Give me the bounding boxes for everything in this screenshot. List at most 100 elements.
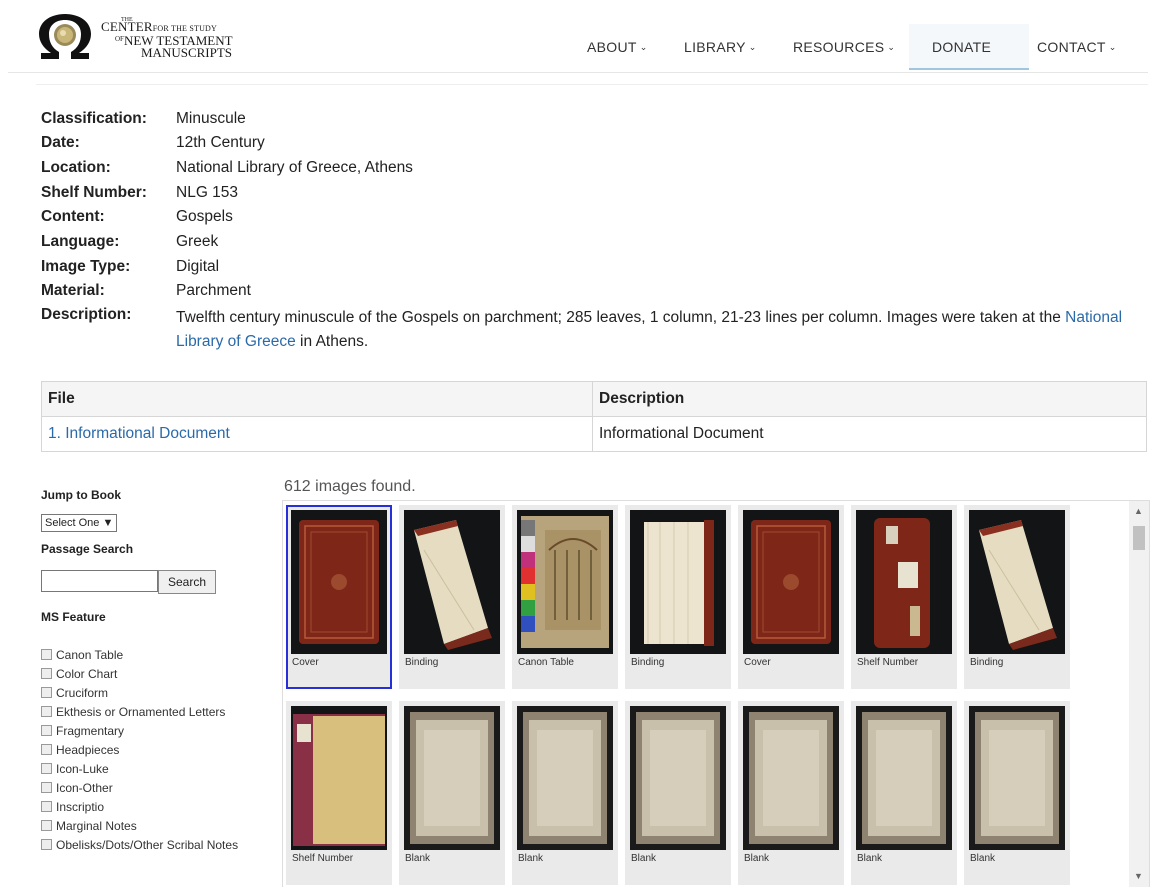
image-thumbnail[interactable]: Binding bbox=[964, 505, 1070, 689]
detail-value: Minuscule bbox=[176, 110, 246, 127]
column-header-description: Description bbox=[592, 381, 1147, 417]
site-header: THE CENTERFOR THE STUDY OFNEW TESTAMENT … bbox=[0, 0, 1151, 85]
image-caption: Blank bbox=[970, 853, 996, 864]
ms-feature-label: Ekthesis or Ornamented Letters bbox=[56, 705, 226, 719]
manuscript-image bbox=[743, 706, 839, 850]
ms-feature-label: Icon-Other bbox=[56, 781, 113, 795]
informational-document-link[interactable]: 1. Informational Document bbox=[48, 425, 230, 442]
passage-search-input[interactable] bbox=[41, 570, 158, 592]
omega-logo-icon bbox=[39, 14, 91, 59]
checkbox[interactable] bbox=[41, 782, 52, 793]
image-thumbnail[interactable]: Binding bbox=[625, 505, 731, 689]
detail-label: Shelf Number: bbox=[41, 184, 147, 201]
image-thumbnail[interactable]: Shelf Number bbox=[851, 505, 957, 689]
checkbox[interactable] bbox=[41, 706, 52, 717]
ms-feature-item[interactable]: Inscriptio bbox=[41, 798, 241, 817]
nav-label: RESOURCES bbox=[793, 39, 885, 55]
detail-value: Greek bbox=[176, 233, 219, 250]
detail-label: Date: bbox=[41, 134, 80, 151]
ms-feature-item[interactable]: Cruciform bbox=[41, 684, 241, 703]
ms-feature-label: Fragmentary bbox=[56, 724, 125, 738]
files-table: File Description 1. Informational Docume… bbox=[41, 381, 1147, 452]
description-cell: Informational Document bbox=[592, 416, 1147, 452]
checkbox[interactable] bbox=[41, 725, 52, 736]
ms-feature-item[interactable]: Icon-Luke bbox=[41, 760, 241, 779]
ms-feature-item[interactable]: Fragmentary bbox=[41, 722, 241, 741]
image-thumbnail[interactable]: Shelf Number bbox=[286, 701, 392, 885]
manuscript-image bbox=[404, 510, 500, 654]
image-thumbnail[interactable]: Cover bbox=[286, 505, 392, 689]
jump-to-book-select[interactable]: Select One ▼ bbox=[41, 514, 118, 532]
image-thumbnail[interactable]: Canon Table bbox=[512, 505, 618, 689]
ms-feature-label: Obelisks/Dots/Other Scribal Notes bbox=[56, 838, 239, 852]
header-divider bbox=[8, 72, 1148, 73]
image-thumbnail[interactable]: Blank bbox=[625, 701, 731, 885]
nav-contact[interactable]: CONTACT ⌄ bbox=[1037, 24, 1117, 70]
logo-center: CENTER bbox=[101, 19, 153, 34]
ms-feature-item[interactable]: Ekthesis or Ornamented Letters bbox=[41, 703, 241, 722]
ms-feature-item[interactable]: Obelisks/Dots/Other Scribal Notes bbox=[41, 836, 241, 855]
ms-feature-item[interactable]: Color Chart bbox=[41, 665, 241, 684]
gallery-scrollbar[interactable]: ▲ ▼ bbox=[1129, 501, 1149, 887]
search-button[interactable]: Search bbox=[158, 570, 216, 594]
image-caption: Blank bbox=[631, 853, 657, 864]
detail-label: Classification: bbox=[41, 110, 147, 127]
ms-feature-label: MS Feature bbox=[41, 610, 106, 624]
image-caption: Blank bbox=[744, 853, 770, 864]
nav-library[interactable]: LIBRARY ⌄ bbox=[684, 24, 757, 70]
detail-label: Content: bbox=[41, 208, 105, 225]
logo-manuscripts: MANUSCRIPTS bbox=[141, 45, 233, 60]
manuscript-image bbox=[969, 510, 1065, 654]
ms-feature-list: Canon Table Color Chart Cruciform Ekthesis … bbox=[41, 646, 241, 855]
ms-feature-item[interactable]: Marginal Notes bbox=[41, 817, 241, 836]
manuscript-image bbox=[291, 706, 387, 850]
nav-donate[interactable]: DONATE bbox=[909, 24, 1029, 70]
ms-feature-item[interactable]: Canon Table bbox=[41, 646, 241, 665]
manuscript-image bbox=[517, 510, 613, 654]
image-thumbnail[interactable]: Blank bbox=[964, 701, 1070, 885]
nav-about[interactable]: ABOUT ⌄ bbox=[587, 24, 648, 70]
detail-value: 12th Century bbox=[176, 134, 265, 151]
checkbox[interactable] bbox=[41, 801, 52, 812]
manuscript-image bbox=[630, 510, 726, 654]
manuscript-image bbox=[969, 706, 1065, 850]
checkbox[interactable] bbox=[41, 668, 52, 679]
ms-feature-item[interactable]: Headpieces bbox=[41, 741, 241, 760]
nav-label: ABOUT bbox=[587, 39, 637, 55]
detail-value: NLG 153 bbox=[176, 184, 239, 201]
detail-description: Description: Twelfth century minuscule o… bbox=[41, 306, 1151, 356]
ms-feature-label: Color Chart bbox=[56, 667, 118, 681]
image-gallery: ▲ ▼ Cover Binding Canon Table Binding Cover S… bbox=[282, 500, 1150, 887]
checkbox[interactable] bbox=[41, 744, 52, 755]
scroll-up-arrow-icon[interactable]: ▲ bbox=[1134, 506, 1143, 516]
manuscript-image bbox=[630, 706, 726, 850]
detail-value: National Library of Greece, Athens bbox=[176, 159, 413, 176]
checkbox[interactable] bbox=[41, 763, 52, 774]
detail-value: Twelfth century minuscule of the Gospels… bbox=[176, 306, 1151, 354]
manuscript-image bbox=[743, 510, 839, 654]
manuscript-image bbox=[856, 510, 952, 654]
checkbox[interactable] bbox=[41, 649, 52, 660]
ms-feature-item[interactable]: Icon-Other bbox=[41, 779, 241, 798]
detail-label: Location: bbox=[41, 159, 111, 176]
ms-feature-label: Headpieces bbox=[56, 743, 120, 757]
scroll-down-arrow-icon[interactable]: ▼ bbox=[1134, 871, 1143, 881]
image-thumbnail[interactable]: Blank bbox=[851, 701, 957, 885]
scroll-thumb[interactable] bbox=[1133, 526, 1145, 550]
table-row: 1. Informational Document Informational … bbox=[41, 416, 1147, 452]
logo-for-the-study: FOR THE STUDY bbox=[152, 24, 218, 33]
column-header-file: File bbox=[41, 381, 593, 417]
nav-resources[interactable]: RESOURCES ⌄ bbox=[793, 24, 895, 70]
checkbox[interactable] bbox=[41, 839, 52, 850]
image-caption: Shelf Number bbox=[292, 853, 354, 864]
checkbox[interactable] bbox=[41, 687, 52, 698]
checkbox[interactable] bbox=[41, 820, 52, 831]
site-logo[interactable]: THE CENTERFOR THE STUDY OFNEW TESTAMENT … bbox=[37, 12, 277, 68]
image-caption: Canon Table bbox=[518, 657, 574, 668]
image-thumbnail[interactable]: Blank bbox=[738, 701, 844, 885]
image-thumbnail[interactable]: Blank bbox=[399, 701, 505, 885]
jump-to-book-label: Jump to Book bbox=[41, 488, 121, 502]
image-thumbnail[interactable]: Blank bbox=[512, 701, 618, 885]
image-thumbnail[interactable]: Cover bbox=[738, 505, 844, 689]
image-thumbnail[interactable]: Binding bbox=[399, 505, 505, 689]
